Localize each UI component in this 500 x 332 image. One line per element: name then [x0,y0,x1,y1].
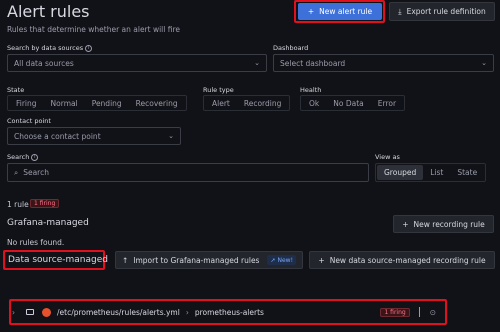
plus-icon: + [307,7,315,16]
grafana-managed-title: Grafana-managed [7,218,89,228]
divider [418,307,420,317]
send-icon: ➚ [270,256,276,264]
state-label: State [7,86,25,94]
folder-icon [26,309,34,315]
chevron-right-icon[interactable]: › [12,308,22,317]
rule-group-row[interactable]: › /etc/prometheus/rules/alerts.yml › pro… [12,302,444,322]
view-as-state[interactable]: State [450,165,484,180]
export-rule-definition-button[interactable]: ⤓ Export rule definition [389,2,495,21]
new-alert-rule-button[interactable]: + New alert rule [298,3,382,20]
view-as-grouped[interactable]: Grouped [377,165,424,180]
rule-type-option-alert[interactable]: Alert [205,97,237,109]
rule-type-label: Rule type [203,86,234,94]
upload-arrow-icon: ↑ [121,255,129,265]
health-label: Health [300,86,322,94]
prometheus-icon [42,307,51,317]
state-option-recovering[interactable]: Recovering [129,97,185,109]
download-icon: ⤓ [398,6,402,16]
dashboard-label: Dashboard [273,44,309,52]
group-firing-badge: 1 firing [380,307,410,317]
search-icon: ⌕ [14,167,19,177]
view-as-toggle: Grouped List State [375,163,487,182]
plus-icon: + [318,255,325,265]
import-to-grafana-managed-button[interactable]: ↑ Import to Grafana-managed rules ➚ New! [115,251,303,269]
chevron-down-icon: ⌄ [481,59,487,67]
no-rules-text: No rules found. [7,238,65,247]
chevron-down-icon: ⌄ [168,132,174,140]
contact-point-label: Contact point [7,117,51,125]
state-option-firing[interactable]: Firing [9,97,44,109]
rule-group-name: prometheus-alerts [194,307,264,317]
breadcrumb-separator: › [185,307,189,317]
page-subtitle: Rules that determine whether an alert wi… [7,25,180,34]
dashboard-select[interactable]: Select dashboard ⌄ [273,54,494,72]
search-input[interactable]: ⌕ Search [7,163,369,182]
view-as-label: View as [375,153,400,161]
new-data-source-managed-recording-rule-button[interactable]: + New data source-managed recording rule [309,251,495,269]
firing-badge: 1 firing [30,199,60,208]
data-source-managed-title: Data source-managed [8,255,108,265]
health-option-error[interactable]: Error [371,97,403,109]
more-options-icon[interactable]: ⊙ [430,308,436,317]
page-title: Alert rules [7,2,90,21]
data-sources-label: Search by data sources i [7,44,93,52]
rule-type-option-recording[interactable]: Recording [237,97,289,109]
new-recording-rule-button[interactable]: + New recording rule [393,215,494,233]
data-sources-select[interactable]: All data sources ⌄ [7,54,267,72]
chevron-down-icon: ⌄ [254,59,260,67]
health-filter: Ok No Data Error [300,95,406,111]
plus-icon: + [402,219,409,229]
health-option-ok[interactable]: Ok [302,97,326,109]
view-as-list[interactable]: List [423,165,450,180]
state-filter: Firing Normal Pending Recovering [7,95,187,111]
rule-type-filter: Alert Recording [203,95,291,111]
state-option-normal[interactable]: Normal [44,97,85,109]
rule-file-path: /etc/prometheus/rules/alerts.yml [57,307,180,317]
contact-point-select[interactable]: Choose a contact point ⌄ [7,127,181,145]
search-label: Search i [7,153,39,161]
health-option-no-data[interactable]: No Data [326,97,371,109]
state-option-pending[interactable]: Pending [85,97,129,109]
new-badge: ➚ New! [267,255,296,265]
info-icon: i [31,153,39,161]
rule-count: 1 rule [7,200,29,209]
info-icon: i [85,44,93,52]
